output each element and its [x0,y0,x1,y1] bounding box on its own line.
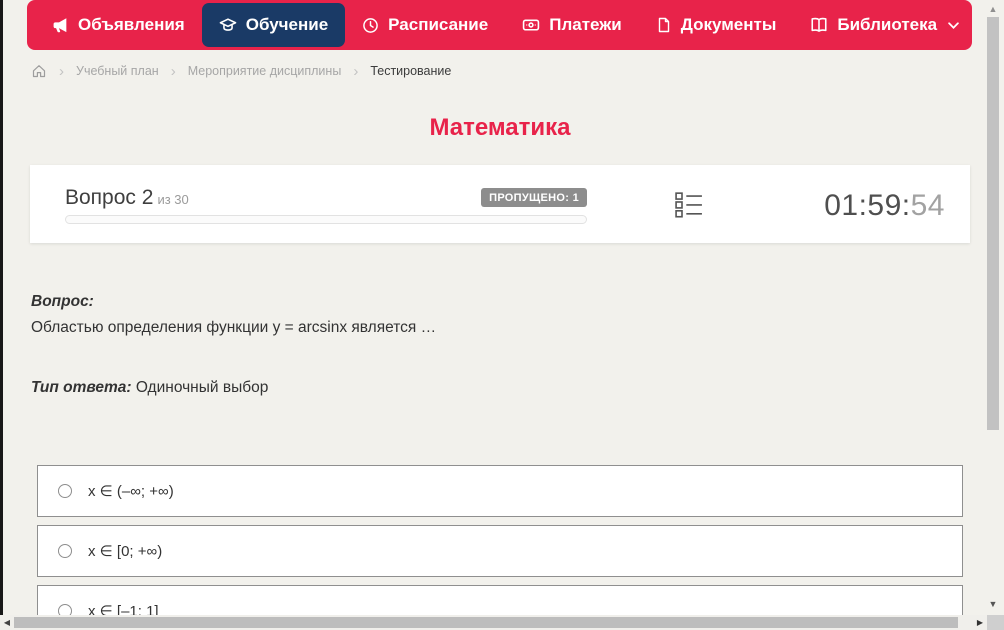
answer-option-1[interactable]: x ∈ (–∞; +∞) [37,465,963,517]
document-icon [656,17,672,33]
nav-item-payments[interactable]: Платежи [505,0,639,50]
scroll-up-arrow-icon[interactable]: ▲ [986,3,1000,15]
chevron-down-icon [948,21,959,29]
nav-item-announcements[interactable]: Объявления [35,0,202,50]
nav-item-label: Расписание [388,15,489,34]
nav-item-label: Документы [680,15,777,34]
timer-seconds: 54 [910,189,945,222]
question-header-card: Вопрос 2 из 30 ПРОПУЩЕНО: 1 01:59:54 [30,165,970,243]
page-title: Математика [429,114,571,141]
test-page: Объявления Обучение Расписание Платежи Д… [0,0,1004,630]
nav-item-label: Библиотека [837,15,938,34]
question-number: Вопрос 2 из 30 [65,186,189,210]
breadcrumb: › Учебный план › Мероприятие дисциплины … [31,63,451,79]
scrollbar-corner [987,615,1004,630]
answer-option-2[interactable]: x ∈ [0; +∞) [37,525,963,577]
answer-type-line: Тип ответа: Одиночный выбор [31,379,268,397]
main-nav: Объявления Обучение Расписание Платежи Д… [27,0,972,50]
question-number-label: Вопрос 2 [65,186,154,209]
breadcrumb-item-study-plan[interactable]: Учебный план [76,64,159,78]
answer-option-label: x ∈ [0; +∞) [88,543,163,560]
radio-button[interactable] [58,484,72,498]
nav-item-library[interactable]: Библиотека [793,0,976,50]
scroll-down-arrow-icon[interactable]: ▼ [986,598,1000,610]
question-total: из 30 [157,192,189,207]
breadcrumb-separator-icon: › [59,62,64,80]
graduation-cap-icon [219,16,237,34]
book-icon [810,16,828,34]
nav-item-label: Объявления [78,15,185,34]
scroll-right-arrow-icon[interactable]: ▶ [974,615,986,630]
timer-hours-minutes: 01:59: [824,189,911,222]
vertical-scrollbar-thumb[interactable] [987,17,999,430]
progress-bar [65,215,587,224]
breadcrumb-separator-icon: › [353,62,359,80]
vertical-scrollbar[interactable]: ▲ ▼ [986,0,1000,615]
nav-item-label: Платежи [549,15,622,34]
horizontal-scrollbar[interactable]: ◀ ▶ [0,615,1004,630]
breadcrumb-item-current: Тестирование [370,64,452,78]
radio-button[interactable] [58,544,72,558]
nav-item-documents[interactable]: Документы [639,0,794,50]
horizontal-scrollbar-thumb[interactable] [14,617,958,628]
home-icon[interactable] [31,63,47,79]
breadcrumb-item-discipline-event[interactable]: Мероприятие дисциплины [188,64,342,78]
question-text: Областью определения функции y = arcsinx… [31,319,437,336]
question-label: Вопрос: [31,293,94,310]
clock-icon [362,17,379,34]
answer-type-label: Тип ответа: [31,379,132,396]
wallet-icon [522,16,540,34]
scroll-left-arrow-icon[interactable]: ◀ [1,615,13,630]
skipped-badge: ПРОПУЩЕНО: 1 [481,188,587,207]
timer: 01:59:54 [824,189,945,223]
answer-type-value: Одиночный выбор [135,379,269,396]
answer-option-label: x ∈ (–∞; +∞) [88,483,174,500]
megaphone-icon [52,17,69,34]
question-list-icon[interactable] [675,192,703,223]
nav-item-learning[interactable]: Обучение [201,3,346,47]
breadcrumb-separator-icon: › [170,62,176,80]
window-left-edge [0,0,3,615]
nav-item-label: Обучение [245,15,329,34]
nav-item-schedule[interactable]: Расписание [345,0,505,50]
